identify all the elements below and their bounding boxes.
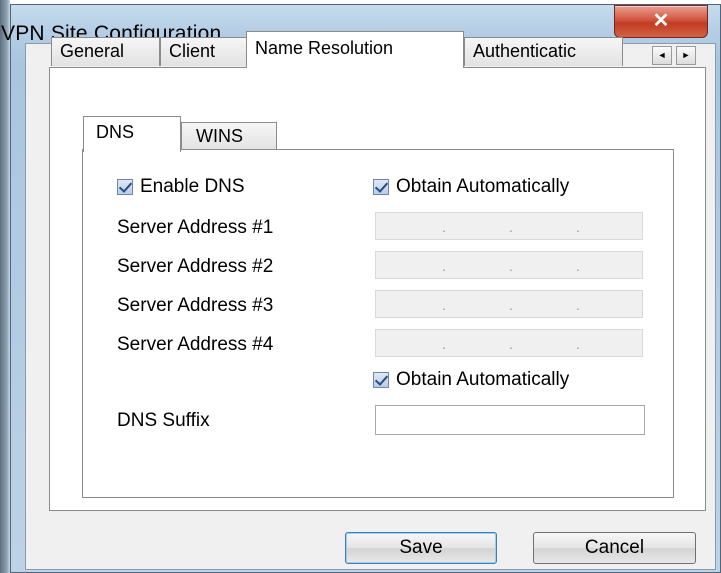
tab-scroll-right-button[interactable]: ►	[676, 46, 696, 65]
checkmark-icon	[373, 179, 389, 195]
server-address-2-field[interactable]: . . .	[375, 251, 643, 279]
server-address-2-label: Server Address #2	[117, 256, 274, 277]
server-address-4-field[interactable]: . . .	[375, 329, 643, 357]
dns-suffix-input[interactable]	[375, 405, 645, 435]
arrow-left-icon: ◄	[657, 50, 667, 60]
save-button[interactable]: Save	[345, 532, 497, 564]
server-address-3-label: Server Address #3	[117, 295, 274, 316]
server-address-1-label: Server Address #1	[117, 217, 274, 238]
name-resolution-panel: DNS WINS Enable DNS Obtain Automatically…	[49, 67, 706, 511]
checkmark-icon	[373, 372, 389, 388]
tab-name-resolution[interactable]: Name Resolution	[246, 31, 464, 68]
close-icon: ✕	[652, 10, 670, 32]
tab-dns[interactable]: DNS	[83, 116, 181, 152]
checkmark-icon	[117, 179, 133, 195]
tab-client[interactable]: Client	[160, 37, 247, 66]
enable-dns-checkbox[interactable]: Enable DNS	[117, 176, 245, 198]
obtain-suffix-automatically-checkbox[interactable]: Obtain Automatically	[373, 369, 569, 391]
tab-wins[interactable]: WINS	[181, 122, 277, 150]
obtain-suffix-automatically-label: Obtain Automatically	[396, 369, 570, 390]
arrow-right-icon: ►	[681, 50, 691, 60]
vpn-site-configuration-dialog: VPN Site Configuration ✕ General Client …	[1, 4, 721, 573]
obtain-servers-automatically-checkbox[interactable]: Obtain Automatically	[373, 176, 569, 198]
dns-panel: Enable DNS Obtain Automatically Server A…	[82, 149, 674, 498]
dns-suffix-label: DNS Suffix	[117, 410, 210, 431]
enable-dns-label: Enable DNS	[140, 176, 245, 197]
tab-scroll-left-button[interactable]: ◄	[652, 46, 672, 65]
server-address-1-field[interactable]: . . .	[375, 212, 643, 240]
close-button[interactable]: ✕	[614, 5, 708, 38]
tab-general[interactable]: General	[51, 37, 160, 66]
tab-authentication[interactable]: Authenticatic	[464, 37, 623, 66]
background-desktop-edge	[0, 0, 10, 573]
obtain-servers-automatically-label: Obtain Automatically	[396, 176, 570, 197]
server-address-3-field[interactable]: . . .	[375, 290, 643, 318]
cancel-button[interactable]: Cancel	[533, 532, 696, 564]
server-address-4-label: Server Address #4	[117, 334, 274, 355]
